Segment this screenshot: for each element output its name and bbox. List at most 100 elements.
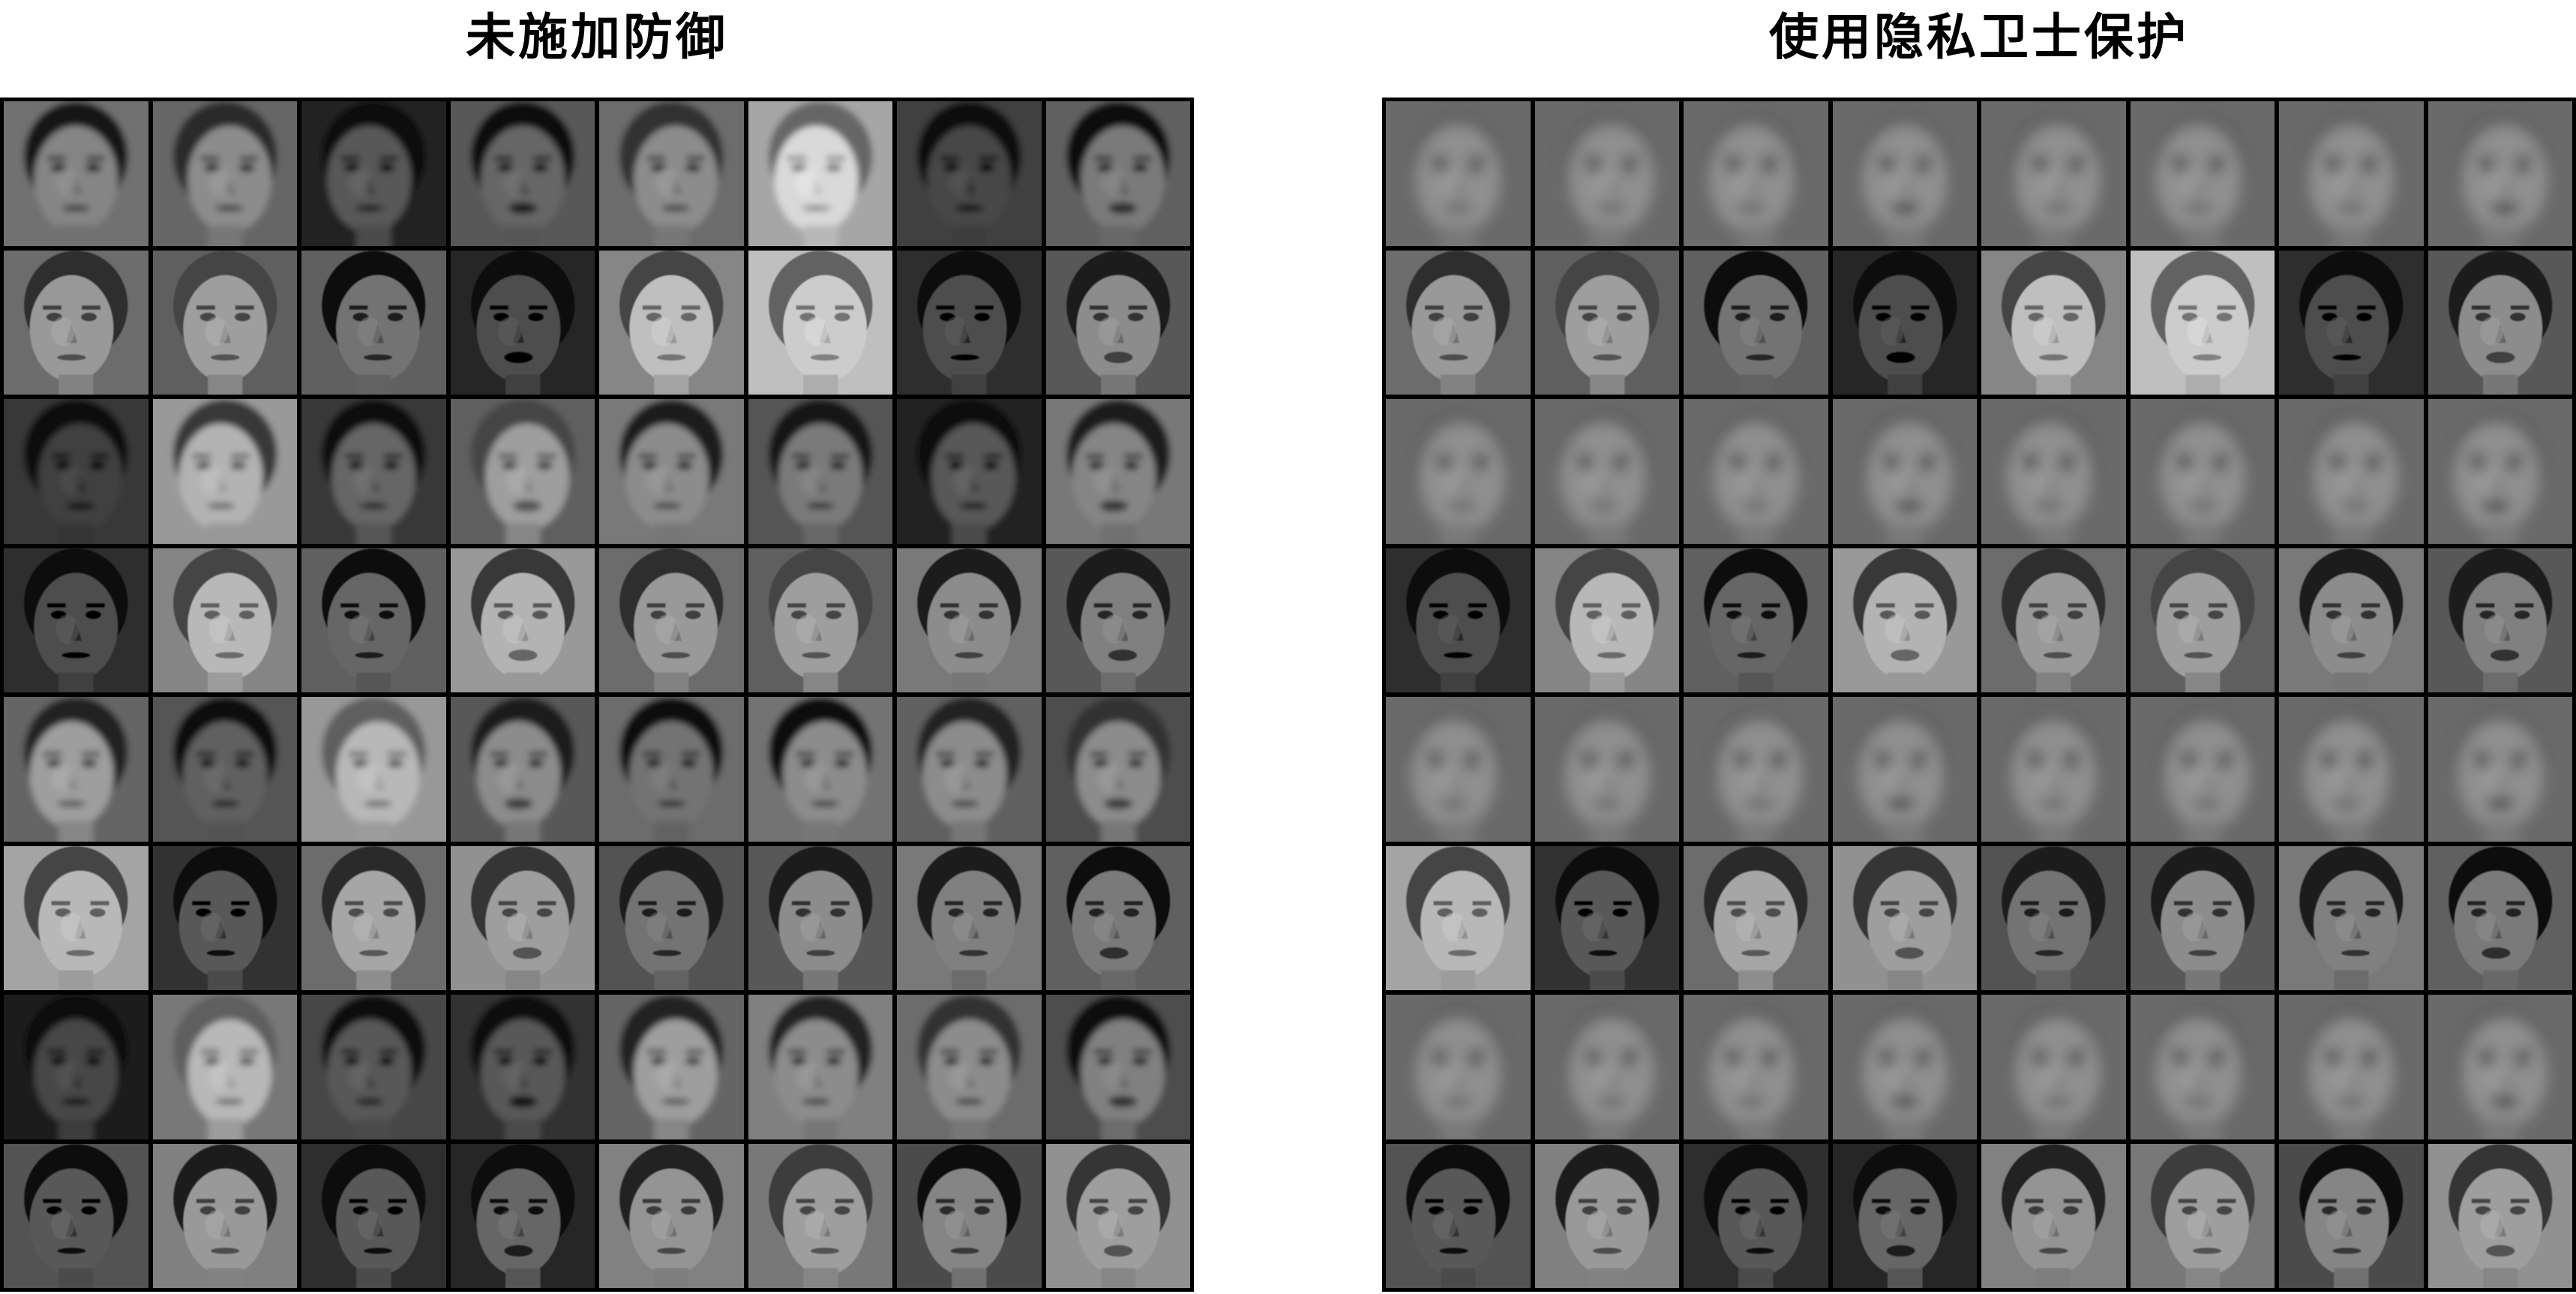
reconstructed-face-image (2279, 995, 2424, 1139)
original-face-image (4, 1143, 148, 1288)
reconstructed-face-image (599, 995, 744, 1139)
original-face-image (1386, 1143, 1531, 1288)
original-face-image (748, 1143, 892, 1288)
original-face-image (2279, 250, 2424, 395)
reconstructed-face-image (1981, 101, 2126, 246)
reconstructed-face-image (450, 697, 595, 842)
reconstructed-face-image (1386, 995, 1531, 1139)
original-face-image (2428, 845, 2572, 990)
reconstructed-face-image (152, 101, 297, 246)
panel-title: 使用隐私卫士保护 (1769, 8, 2189, 66)
reconstructed-face-image (152, 995, 297, 1139)
original-face-image (748, 845, 892, 990)
reconstructed-face-image (748, 399, 892, 544)
reconstructed-face-image (2279, 101, 2424, 246)
reconstructed-face-image (897, 399, 1042, 544)
original-face-image (2428, 250, 2572, 395)
reconstructed-face-image (450, 399, 595, 544)
original-face-image (1045, 548, 1190, 692)
original-face-image (2279, 845, 2424, 990)
reconstructed-face-image (4, 697, 148, 842)
face-grid (0, 98, 1194, 1292)
reconstructed-face-image (2130, 697, 2275, 842)
original-face-image (2428, 548, 2572, 692)
original-face-image (152, 845, 297, 990)
original-face-image (1832, 548, 1977, 692)
original-face-image (897, 250, 1042, 395)
reconstructed-face-image (152, 697, 297, 842)
original-face-image (1981, 250, 2126, 395)
original-face-image (152, 548, 297, 692)
reconstructed-face-image (301, 697, 446, 842)
reconstructed-face-image (2428, 399, 2572, 544)
reconstructed-face-image (897, 697, 1042, 842)
original-face-image (1386, 548, 1531, 692)
reconstructed-face-image (1386, 399, 1531, 544)
panel-no-defense: 未施加防御 (0, 0, 1194, 1294)
reconstructed-face-image (748, 995, 892, 1139)
reconstructed-face-image (1534, 697, 1679, 842)
original-face-image (897, 548, 1042, 692)
original-face-image (1832, 1143, 1977, 1288)
original-face-image (1534, 548, 1679, 692)
reconstructed-face-image (2428, 697, 2572, 842)
original-face-image (152, 250, 297, 395)
original-face-image (1832, 845, 1977, 990)
original-face-image (1386, 250, 1531, 395)
reconstructed-face-image (1534, 995, 1679, 1139)
original-face-image (748, 548, 892, 692)
original-face-image (1534, 1143, 1679, 1288)
original-face-image (2279, 548, 2424, 692)
reconstructed-face-image (897, 101, 1042, 246)
reconstructed-face-image (2428, 995, 2572, 1139)
original-face-image (4, 845, 148, 990)
original-face-image (2428, 1143, 2572, 1288)
original-face-image (2279, 1143, 2424, 1288)
reconstructed-face-image (599, 697, 744, 842)
original-face-image (1684, 548, 1828, 692)
original-face-image (599, 1143, 744, 1288)
original-face-image (450, 845, 595, 990)
reconstructed-face-image (301, 101, 446, 246)
panel-title: 未施加防御 (466, 8, 728, 66)
original-face-image (1045, 250, 1190, 395)
reconstructed-face-image (1534, 101, 1679, 246)
reconstructed-face-image (152, 399, 297, 544)
original-face-image (599, 548, 744, 692)
reconstructed-face-image (1832, 101, 1977, 246)
original-face-image (450, 1143, 595, 1288)
reconstructed-face-image (1684, 995, 1828, 1139)
original-face-image (301, 845, 446, 990)
reconstructed-face-image (599, 399, 744, 544)
reconstructed-face-image (4, 995, 148, 1139)
reconstructed-face-image (1045, 399, 1190, 544)
reconstructed-face-image (4, 101, 148, 246)
reconstructed-face-image (1386, 101, 1531, 246)
original-face-image (301, 250, 446, 395)
panel-privacy-guard: 使用隐私卫士保护 (1382, 0, 2576, 1294)
reconstructed-face-image (301, 995, 446, 1139)
original-face-image (599, 250, 744, 395)
original-face-image (897, 845, 1042, 990)
reconstructed-face-image (2279, 697, 2424, 842)
original-face-image (1832, 250, 1977, 395)
reconstructed-face-image (1045, 101, 1190, 246)
original-face-image (301, 548, 446, 692)
face-grid (1382, 98, 2576, 1292)
reconstructed-face-image (2130, 995, 2275, 1139)
reconstructed-face-image (450, 101, 595, 246)
reconstructed-face-image (1684, 101, 1828, 246)
reconstructed-face-image (2428, 101, 2572, 246)
reconstructed-face-image (450, 995, 595, 1139)
original-face-image (450, 548, 595, 692)
reconstructed-face-image (1832, 399, 1977, 544)
original-face-image (748, 250, 892, 395)
original-face-image (4, 548, 148, 692)
original-face-image (1981, 845, 2126, 990)
reconstructed-face-image (1832, 697, 1977, 842)
reconstructed-face-image (2130, 101, 2275, 246)
original-face-image (2130, 845, 2275, 990)
original-face-image (2130, 250, 2275, 395)
reconstructed-face-image (599, 101, 744, 246)
original-face-image (301, 1143, 446, 1288)
